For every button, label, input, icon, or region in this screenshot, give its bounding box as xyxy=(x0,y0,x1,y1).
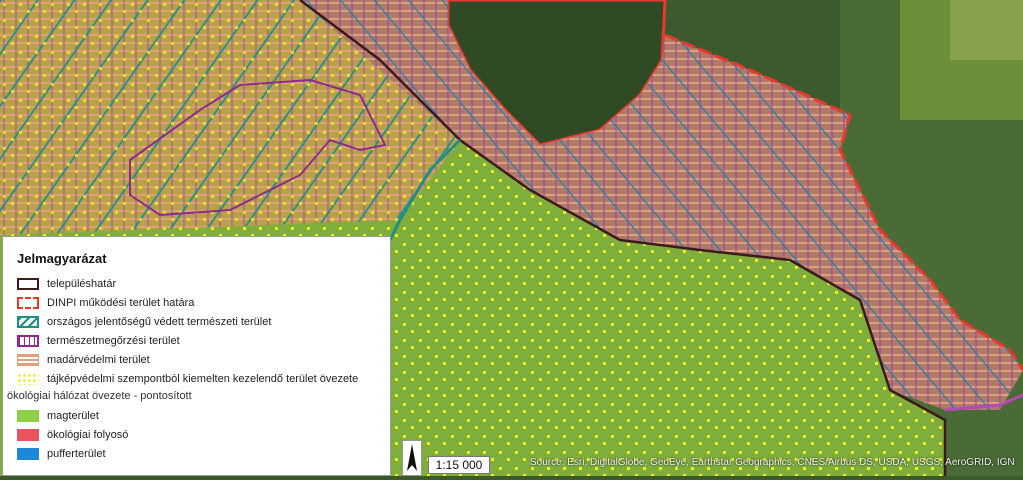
legend-item-core: magterület xyxy=(17,406,390,425)
bird-swatch xyxy=(17,353,39,366)
legend-subheading: ökológiai hálózat övezete - pontosított xyxy=(7,390,192,402)
settlement-border-swatch xyxy=(17,277,39,290)
core-swatch xyxy=(17,409,39,422)
legend-item-landscape: tájképvédelmi szempontból kiemelten keze… xyxy=(17,369,390,388)
corridor-swatch xyxy=(17,428,39,441)
buffer-swatch xyxy=(17,447,39,460)
legend-item-settlement-border: településhatár xyxy=(17,274,390,293)
scale-label: 1:15 000 xyxy=(428,456,490,474)
legend-item-conservation: természetmegőrzési terület xyxy=(17,331,390,350)
north-arrow-icon xyxy=(402,440,422,476)
legend-item-buffer: pufferterület xyxy=(17,444,390,463)
landscape-swatch xyxy=(17,372,39,385)
legend-item-dinpi: DINPI működési terület határa xyxy=(17,293,390,312)
legend-title: Jelmagyarázat xyxy=(17,251,107,266)
dinpi-swatch xyxy=(17,296,39,309)
legend-item-corridor: ökológiai folyosó xyxy=(17,425,390,444)
legend-item-bird: madárvédelmi terület xyxy=(17,350,390,369)
map-legend: Jelmagyarázat településhatár DINPI működ… xyxy=(2,236,391,476)
legend-item-protected: országos jelentőségű védett természeti t… xyxy=(17,312,390,331)
map-attribution: Source: Esri, DigitalGlobe, GeoEye, Eart… xyxy=(530,457,1015,468)
conservation-swatch xyxy=(17,334,39,347)
protected-swatch xyxy=(17,315,39,328)
